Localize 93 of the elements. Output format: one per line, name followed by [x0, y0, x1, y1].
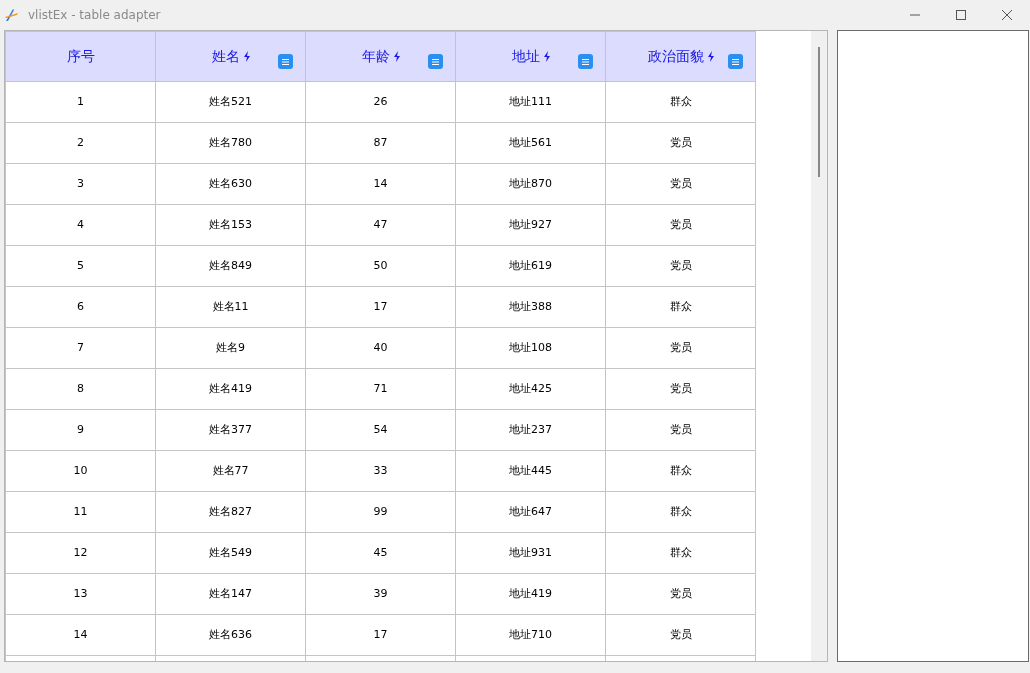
filter-button[interactable] [578, 54, 593, 69]
table-cell: 姓名419 [155, 368, 306, 410]
table-cell: 6 [5, 286, 156, 328]
table-cell: 地址445 [455, 450, 606, 492]
table-cell: 8 [5, 368, 156, 410]
filter-button[interactable] [428, 54, 443, 69]
filter-button[interactable] [278, 54, 293, 69]
table-cell: 地址425 [455, 368, 606, 410]
table-cell: 17 [305, 614, 456, 656]
table-cell: 党员 [605, 245, 756, 287]
table-cell: 党员 [605, 573, 756, 615]
table-cell: 群众 [605, 286, 756, 328]
table-cell: 9 [5, 409, 156, 451]
table-cell: 党员 [605, 368, 756, 410]
maximize-icon [956, 10, 966, 20]
table-cell: 地址388 [455, 286, 606, 328]
table-cell: 姓名377 [155, 409, 306, 451]
table-cell: 党员 [605, 327, 756, 369]
table-cell: 姓名636 [155, 614, 306, 656]
table-cell: 40 [305, 327, 456, 369]
sort-icon[interactable] [393, 51, 400, 62]
table-cell: 71 [305, 368, 456, 410]
table-cell: 群众 [605, 532, 756, 574]
table-cell: 地址237 [455, 409, 606, 451]
table-cell: 47 [305, 204, 456, 246]
table-cell: 姓名11 [155, 286, 306, 328]
table-cell: 姓名630 [155, 163, 306, 205]
table-cell: 地址419 [455, 573, 606, 615]
table-cell: 39 [305, 573, 456, 615]
table-cell: 姓名147 [155, 573, 306, 615]
table-cell: 地址108 [455, 327, 606, 369]
table-cell: 11 [5, 491, 156, 533]
close-icon [1002, 10, 1012, 20]
table-cell: 姓名827 [155, 491, 306, 533]
window-title: vlistEx - table adapter [28, 7, 161, 24]
table-cell: 地址927 [455, 204, 606, 246]
table-cell: 1 [5, 81, 156, 123]
sort-icon[interactable] [243, 51, 250, 62]
table-cell: 2 [5, 122, 156, 164]
table-cell: 地址619 [455, 245, 606, 287]
table-cell: 地址710 [455, 614, 606, 656]
table-cell: 地址870 [455, 163, 606, 205]
table-cell: 26 [305, 81, 456, 123]
table-cell: 14 [305, 163, 456, 205]
table-cell: 党员 [605, 409, 756, 451]
table-cell: 3 [5, 163, 156, 205]
table-cell: 党员 [605, 204, 756, 246]
table-cell: 地址647 [455, 491, 606, 533]
table-cell: 87 [305, 122, 456, 164]
table-cell: 7 [5, 327, 156, 369]
table-cell: 姓名153 [155, 204, 306, 246]
menu-icon [732, 58, 739, 65]
table-cell: 10 [5, 450, 156, 492]
table-cell: 54 [305, 409, 456, 451]
table-cell: 45 [305, 532, 456, 574]
table-cell: 姓名521 [155, 81, 306, 123]
column-header[interactable]: 姓名 [155, 31, 306, 82]
scrollbar-track[interactable] [811, 31, 827, 661]
table-cell: 50 [305, 245, 456, 287]
table-cell: 群众 [605, 450, 756, 492]
table-cell: 99 [305, 491, 456, 533]
menu-icon [582, 58, 589, 65]
table-cell: 17 [305, 286, 456, 328]
column-header[interactable]: 地址 [455, 31, 606, 82]
sort-icon[interactable] [543, 51, 550, 62]
table-cell: 姓名849 [155, 245, 306, 287]
menu-icon [432, 58, 439, 65]
filter-button[interactable] [728, 54, 743, 69]
column-header[interactable]: 政治面貌 [605, 31, 756, 82]
table-cell: 党员 [605, 163, 756, 205]
table-cell: 姓名780 [155, 122, 306, 164]
table-cell: 党员 [605, 122, 756, 164]
column-header[interactable]: 序号 [5, 31, 156, 82]
table-cell: 14 [5, 614, 156, 656]
table-cell: 地址561 [455, 122, 606, 164]
table-cell: 地址111 [455, 81, 606, 123]
table-cell: 群众 [605, 81, 756, 123]
table-cell: 姓名549 [155, 532, 306, 574]
table-cell: 姓名77 [155, 450, 306, 492]
table-cell: 党员 [605, 614, 756, 656]
table-cell: 33 [305, 450, 456, 492]
menu-icon [282, 58, 289, 65]
table-cell: 4 [5, 204, 156, 246]
table-cell: 地址931 [455, 532, 606, 574]
sort-icon[interactable] [707, 51, 714, 62]
table-cell: 群众 [605, 491, 756, 533]
table-cell: 12 [5, 532, 156, 574]
table-cell: 13 [5, 573, 156, 615]
scrollbar-thumb[interactable] [818, 47, 820, 177]
table-cell: 5 [5, 245, 156, 287]
column-header[interactable]: 年龄 [305, 31, 456, 82]
app-logo-icon [4, 7, 20, 23]
table-cell: 姓名9 [155, 327, 306, 369]
